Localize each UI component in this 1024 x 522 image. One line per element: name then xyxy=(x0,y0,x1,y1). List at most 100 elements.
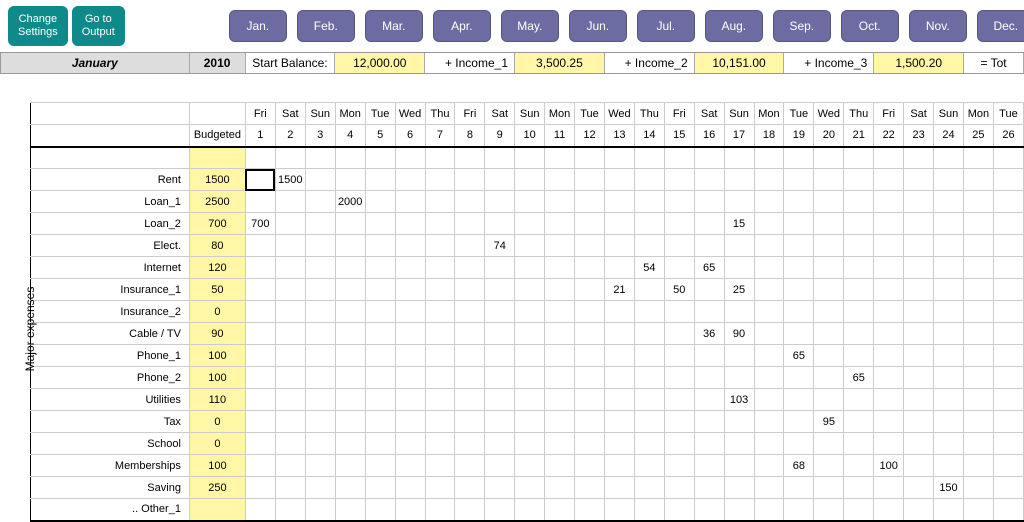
grid-cell[interactable] xyxy=(784,323,814,345)
grid-cell[interactable] xyxy=(335,367,365,389)
grid-cell[interactable] xyxy=(934,499,964,521)
grid-cell[interactable] xyxy=(694,367,724,389)
grid-cell[interactable] xyxy=(963,477,993,499)
grid-cell[interactable] xyxy=(963,433,993,455)
grid-cell[interactable] xyxy=(604,235,634,257)
grid-cell[interactable] xyxy=(963,455,993,477)
grid-cell[interactable] xyxy=(515,279,545,301)
grid-cell[interactable] xyxy=(515,411,545,433)
grid-cell[interactable] xyxy=(545,411,575,433)
grid-cell[interactable] xyxy=(784,191,814,213)
grid-cell[interactable] xyxy=(934,301,964,323)
grid-cell[interactable] xyxy=(934,411,964,433)
grid-cell[interactable] xyxy=(275,257,305,279)
month-jul[interactable]: Jul. xyxy=(637,10,695,42)
grid-cell[interactable] xyxy=(515,257,545,279)
grid-cell[interactable] xyxy=(694,345,724,367)
grid-cell[interactable] xyxy=(545,433,575,455)
grid-cell[interactable] xyxy=(275,477,305,499)
grid-cell[interactable] xyxy=(575,191,605,213)
grid-cell[interactable] xyxy=(874,433,904,455)
grid-cell[interactable] xyxy=(754,367,784,389)
grid-cell[interactable] xyxy=(634,323,664,345)
grid-cell[interactable] xyxy=(485,257,515,279)
grid-cell[interactable] xyxy=(305,323,335,345)
grid-cell[interactable] xyxy=(664,191,694,213)
grid-cell[interactable] xyxy=(365,455,395,477)
grid-cell[interactable] xyxy=(694,411,724,433)
grid-cell[interactable] xyxy=(634,169,664,191)
grid-cell[interactable] xyxy=(604,389,634,411)
budget-cell[interactable]: 90 xyxy=(189,323,245,345)
grid-cell[interactable] xyxy=(874,411,904,433)
grid-cell[interactable] xyxy=(545,301,575,323)
grid-cell[interactable] xyxy=(844,257,874,279)
grid-cell[interactable] xyxy=(814,367,844,389)
grid-cell[interactable] xyxy=(245,191,275,213)
grid-cell[interactable] xyxy=(993,345,1023,367)
grid-cell[interactable]: 150 xyxy=(934,477,964,499)
grid-cell[interactable] xyxy=(694,213,724,235)
grid-cell[interactable] xyxy=(814,235,844,257)
grid-cell[interactable] xyxy=(814,455,844,477)
grid-cell[interactable] xyxy=(275,499,305,521)
grid-cell[interactable] xyxy=(365,301,395,323)
budget-cell[interactable]: 250 xyxy=(189,477,245,499)
grid-cell[interactable] xyxy=(335,345,365,367)
grid-cell[interactable] xyxy=(575,499,605,521)
grid-cell[interactable] xyxy=(365,433,395,455)
grid-cell[interactable] xyxy=(575,477,605,499)
grid-cell[interactable] xyxy=(784,499,814,521)
grid-cell[interactable] xyxy=(365,389,395,411)
grid-cell[interactable] xyxy=(604,301,634,323)
grid-cell[interactable] xyxy=(993,169,1023,191)
grid-cell[interactable] xyxy=(604,477,634,499)
grid-cell[interactable] xyxy=(934,191,964,213)
grid-cell[interactable] xyxy=(874,235,904,257)
grid-cell[interactable] xyxy=(305,301,335,323)
grid-cell[interactable] xyxy=(844,345,874,367)
budget-cell[interactable]: 50 xyxy=(189,279,245,301)
grid-cell[interactable] xyxy=(664,477,694,499)
income3-value[interactable]: 1,500.20 xyxy=(874,53,964,73)
grid-cell[interactable] xyxy=(784,235,814,257)
grid-cell[interactable] xyxy=(305,455,335,477)
grid-cell[interactable] xyxy=(904,367,934,389)
budget-cell[interactable]: 100 xyxy=(189,367,245,389)
grid-cell[interactable] xyxy=(904,477,934,499)
grid-cell[interactable] xyxy=(904,323,934,345)
grid-cell[interactable] xyxy=(904,301,934,323)
month-dec[interactable]: Dec. xyxy=(977,10,1024,42)
grid-cell[interactable] xyxy=(395,301,425,323)
grid-cell[interactable] xyxy=(993,301,1023,323)
grid-cell[interactable]: 65 xyxy=(784,345,814,367)
grid-cell[interactable] xyxy=(604,213,634,235)
grid-cell[interactable] xyxy=(305,191,335,213)
grid-cell[interactable] xyxy=(934,389,964,411)
grid-cell[interactable] xyxy=(724,499,754,521)
grid-cell[interactable] xyxy=(963,191,993,213)
grid-cell[interactable] xyxy=(754,323,784,345)
grid-cell[interactable] xyxy=(455,191,485,213)
grid-cell[interactable] xyxy=(784,169,814,191)
grid-cell[interactable] xyxy=(575,301,605,323)
grid-cell[interactable] xyxy=(455,499,485,521)
grid-cell[interactable] xyxy=(485,499,515,521)
grid-cell[interactable] xyxy=(993,477,1023,499)
grid-cell[interactable] xyxy=(634,433,664,455)
grid-cell[interactable] xyxy=(664,367,694,389)
grid-cell[interactable] xyxy=(694,279,724,301)
grid-cell[interactable] xyxy=(814,213,844,235)
grid-cell[interactable] xyxy=(545,235,575,257)
budget-cell[interactable]: 0 xyxy=(189,411,245,433)
grid-cell[interactable] xyxy=(754,257,784,279)
grid-cell[interactable] xyxy=(993,389,1023,411)
grid-cell[interactable] xyxy=(275,191,305,213)
grid-cell[interactable] xyxy=(515,235,545,257)
grid-cell[interactable]: 65 xyxy=(694,257,724,279)
grid-cell[interactable] xyxy=(365,235,395,257)
grid-cell[interactable] xyxy=(934,235,964,257)
grid-cell[interactable] xyxy=(425,323,455,345)
grid-cell[interactable] xyxy=(275,235,305,257)
grid-cell[interactable] xyxy=(664,169,694,191)
